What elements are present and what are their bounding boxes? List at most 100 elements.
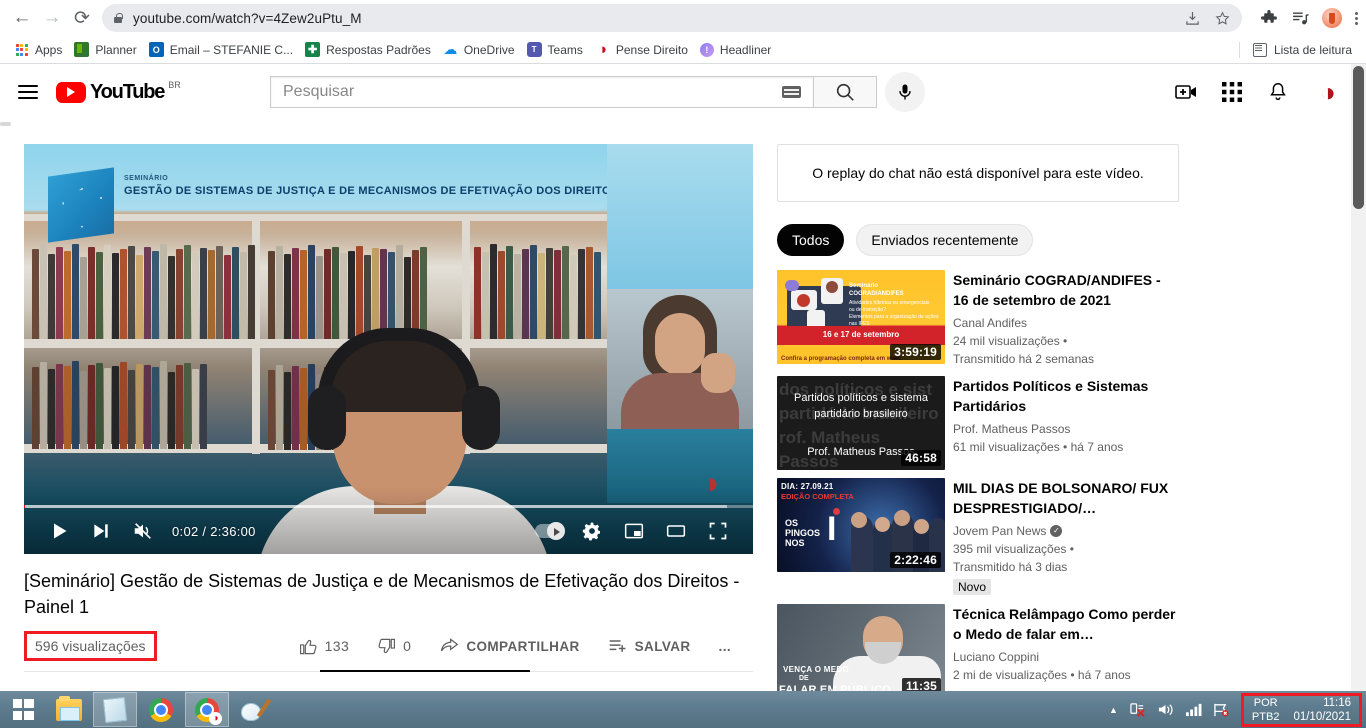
related-title[interactable]: Técnica Relâmpago Como perder o Medo de … [953, 604, 1179, 644]
fullscreen-button[interactable] [697, 508, 739, 554]
list-item[interactable]: dos políticos e sist partidário brasileir… [777, 376, 1179, 470]
dislike-button[interactable]: 0 [363, 629, 425, 663]
reading-list-panel-icon[interactable] [1252, 42, 1267, 57]
tray-chevron-icon[interactable]: ▲ [1109, 705, 1118, 715]
bookmark-respostas[interactable]: ✚ Respostas Padrões [301, 39, 439, 60]
account-avatar[interactable]: ◑ [1312, 76, 1344, 108]
related-channel[interactable]: Canal Andifes [953, 314, 1179, 332]
taskbar-chrome-active[interactable]: ◑ [185, 692, 229, 727]
system-tray: ▲ POR PTB2 11:16 01/10/2021 [1109, 691, 1366, 728]
second-participant-video [607, 289, 753, 429]
search-box[interactable] [270, 76, 813, 108]
start-button[interactable] [0, 691, 46, 728]
related-stats: 395 mil visualizações • [953, 542, 1074, 556]
bookmark-onedrive[interactable]: ☁ OneDrive [439, 39, 523, 60]
list-item[interactable]: Seminário COGRAD/ANDIFES Atividades híbr… [777, 270, 1179, 368]
related-stats-2: Transmitido há 2 semanas [953, 352, 1094, 366]
bookmark-pense-direito[interactable]: ◑ Pense Direito [591, 39, 696, 60]
books [32, 359, 207, 449]
list-item[interactable]: VENÇA O MEDO DE FALAR EM PÚBLICO 11:35 T… [777, 604, 1179, 691]
play-button[interactable] [38, 508, 80, 554]
clock-and-language[interactable]: POR PTB2 11:16 01/10/2021 [1240, 692, 1362, 727]
volume-icon[interactable] [1157, 702, 1174, 717]
profile-avatar[interactable] [1322, 8, 1342, 28]
taskbar-file-explorer[interactable] [47, 692, 91, 727]
chat-replay-message: O replay do chat não está disponível par… [812, 165, 1144, 181]
next-video-button[interactable] [80, 508, 122, 554]
related-title[interactable]: Partidos Políticos e Sistemas Partidário… [953, 376, 1179, 416]
related-stats: 2 mi de visualizações • há 7 anos [953, 668, 1131, 682]
bookmark-teams[interactable]: T Teams [523, 39, 591, 60]
scrollbar-thumb[interactable] [1353, 66, 1364, 209]
related-title[interactable]: MIL DIAS DE BOLSONARO/ FUX DESPRESTIGIAD… [953, 478, 1179, 518]
address-bar-url: youtube.com/watch?v=4Zew2uPtu_M [133, 10, 362, 26]
address-bar[interactable]: youtube.com/watch?v=4Zew2uPtu_M [102, 4, 1242, 32]
thumb-letter-i: I [827, 510, 837, 548]
mute-button[interactable] [122, 508, 164, 554]
microphone-icon [899, 84, 911, 100]
youtube-logo[interactable]: YouTube BR [56, 80, 181, 103]
list-item[interactable]: DIA: 27.09.21 EDIÇÃO COMPLETA OS PINGOS NO… [777, 478, 1179, 596]
extensions-icon[interactable] [1260, 9, 1278, 27]
video-thumbnail[interactable]: VENÇA O MEDO DE FALAR EM PÚBLICO 11:35 [777, 604, 945, 691]
bookmark-apps[interactable]: Apps [10, 39, 70, 60]
more-actions-label: ... [718, 638, 731, 654]
play-icon [54, 523, 67, 539]
network-error-icon[interactable] [1129, 702, 1146, 717]
like-button[interactable]: 133 [285, 629, 364, 663]
language-indicator[interactable]: POR PTB2 [1252, 696, 1280, 724]
youtube-apps-icon[interactable] [1220, 80, 1244, 104]
youtube-play-icon [56, 81, 86, 103]
channel-name: Luciano Coppini [953, 650, 1040, 664]
install-app-icon[interactable] [1184, 10, 1200, 26]
related-channel[interactable]: Prof. Matheus Passos [953, 420, 1179, 438]
video-player[interactable]: SEMINÁRIO GESTÃO DE SISTEMAS DE JUSTIÇA … [24, 144, 753, 554]
time-display: 0:02 / 2:36:00 [172, 523, 256, 539]
taskbar-chrome[interactable] [139, 692, 183, 727]
video-thumbnail[interactable]: DIA: 27.09.21 EDIÇÃO COMPLETA OS PINGOS NO… [777, 478, 945, 572]
settings-button[interactable] [571, 508, 613, 554]
taskbar-paint[interactable] [231, 692, 275, 727]
back-button[interactable] [8, 4, 36, 32]
thumbs-down-icon [378, 638, 396, 653]
clock[interactable]: 11:16 01/10/2021 [1293, 696, 1351, 724]
chip-todos[interactable]: Todos [777, 224, 845, 256]
related-channel[interactable]: Luciano Coppini [953, 648, 1179, 666]
search-button[interactable] [813, 76, 877, 108]
bookmark-headliner[interactable]: ! Headliner [696, 40, 779, 60]
search-input[interactable] [283, 83, 773, 101]
create-video-icon[interactable] [1174, 80, 1198, 104]
more-actions-button[interactable]: ... [705, 629, 745, 663]
autoplay-toggle[interactable] [529, 508, 571, 554]
related-title[interactable]: Seminário COGRAD/ANDIFES - 16 de setembr… [953, 270, 1179, 310]
bookmark-email[interactable]: O Email – STEFANIE C... [145, 39, 301, 60]
chip-enviados-recentemente[interactable]: Enviados recentemente [856, 224, 1034, 256]
voice-search-button[interactable] [885, 72, 925, 112]
bookmark-star-icon[interactable] [1214, 10, 1230, 26]
reload-button[interactable] [68, 4, 96, 32]
keyboard-icon[interactable] [773, 77, 809, 107]
notifications-bell-icon[interactable] [1266, 80, 1290, 104]
page-scrollbar[interactable] [1351, 64, 1366, 691]
bookmark-planner[interactable]: Planner [70, 39, 144, 60]
windows-start-icon [12, 699, 34, 720]
action-center-flag-icon[interactable] [1213, 702, 1230, 717]
bookmark-label: OneDrive [463, 42, 515, 57]
reading-list-icon[interactable] [1291, 9, 1309, 27]
save-button[interactable]: SALVAR [594, 629, 705, 663]
verified-badge-icon: ✓ [1050, 525, 1063, 537]
forward-button[interactable] [38, 4, 66, 32]
chrome-menu-icon[interactable] [1355, 11, 1358, 25]
reading-list-label[interactable]: Lista de leitura [1274, 43, 1352, 57]
guide-menu-icon[interactable] [16, 80, 40, 104]
windows-taskbar: ◑ ▲ POR PTB2 11:16 01/10/2021 [0, 691, 1366, 728]
share-label: COMPARTILHAR [466, 638, 580, 654]
miniplayer-button[interactable] [613, 508, 655, 554]
video-thumbnail[interactable]: dos políticos e sist partidário brasileir… [777, 376, 945, 470]
related-channel[interactable]: Jovem Pan News ✓ [953, 522, 1179, 540]
video-thumbnail[interactable]: Seminário COGRAD/ANDIFES Atividades híbr… [777, 270, 945, 364]
taskbar-notepad[interactable] [93, 692, 137, 727]
share-button[interactable]: COMPARTILHAR [425, 629, 593, 663]
signal-bars-icon[interactable] [1185, 702, 1202, 717]
theater-mode-button[interactable] [655, 508, 697, 554]
